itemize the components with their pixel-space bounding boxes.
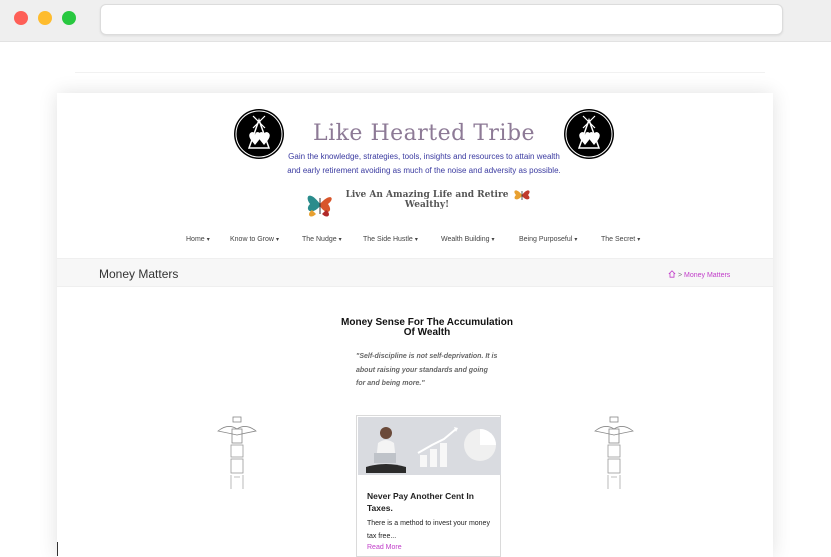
- text-cursor: [57, 542, 58, 556]
- home-icon[interactable]: [668, 270, 676, 278]
- chevron-down-icon: ▾: [338, 237, 342, 243]
- read-more-link[interactable]: Read More: [367, 544, 402, 551]
- post-thumbnail[interactable]: [358, 417, 501, 475]
- totem-icon: [594, 416, 634, 489]
- page-title: Money Matters: [99, 267, 179, 281]
- close-window-button[interactable]: [14, 11, 28, 25]
- breadcrumb: > Money Matters: [668, 270, 730, 279]
- maximize-window-button[interactable]: [62, 11, 76, 25]
- chevron-down-icon: ▾: [206, 237, 210, 243]
- site-tagline: Gain the knowledge, strategies, tools, i…: [287, 152, 561, 175]
- post-card[interactable]: Never Pay Another Cent In Taxes. There i…: [356, 415, 501, 557]
- browser-toolbar: [0, 0, 831, 42]
- chevron-down-icon: ▾: [491, 237, 495, 243]
- nav-item-home[interactable]: Home ▾: [186, 236, 210, 243]
- nav-item-the-side-hustle[interactable]: The Side Hustle ▾: [363, 236, 418, 243]
- tribe-logo-icon[interactable]: [233, 108, 285, 160]
- totem-icon: [217, 416, 257, 489]
- minimize-window-button[interactable]: [38, 11, 52, 25]
- chevron-down-icon: ▾: [414, 237, 418, 243]
- nav-item-wealth-building[interactable]: Wealth Building ▾: [441, 236, 495, 243]
- post-title[interactable]: Never Pay Another Cent In Taxes.: [367, 490, 493, 514]
- divider: [75, 72, 765, 73]
- address-bar[interactable]: [100, 4, 783, 35]
- section-title: Money Sense For The Accumulation Of Weal…: [341, 317, 513, 338]
- butterfly-icon: [307, 195, 332, 217]
- chevron-down-icon: ▾: [574, 237, 578, 243]
- tribe-logo-icon[interactable]: [563, 108, 615, 160]
- main-navigation: Home ▾ Know to Grow ▾ The Nudge ▾ The Side …: [57, 232, 773, 252]
- butterfly-icon: [514, 190, 530, 200]
- site-title[interactable]: Like Hearted Tribe: [300, 121, 548, 146]
- nav-item-the-nudge[interactable]: The Nudge ▾: [302, 236, 342, 243]
- site-slogan: Live An Amazing Life and Retire Wealthy!: [345, 190, 509, 210]
- nav-item-the-secret[interactable]: The Secret ▾: [601, 236, 640, 243]
- nav-item-being-purposeful[interactable]: Being Purposeful ▾: [519, 236, 577, 243]
- breadcrumb-current[interactable]: Money Matters: [684, 272, 730, 279]
- quote-text: "Self-discipline is not self-deprivation…: [356, 353, 498, 387]
- post-excerpt: There is a method to invest your money t…: [367, 520, 490, 540]
- chevron-down-icon: ▾: [275, 237, 279, 243]
- chevron-down-icon: ▾: [637, 237, 641, 243]
- nav-item-know-to-grow[interactable]: Know to Grow ▾: [230, 236, 279, 243]
